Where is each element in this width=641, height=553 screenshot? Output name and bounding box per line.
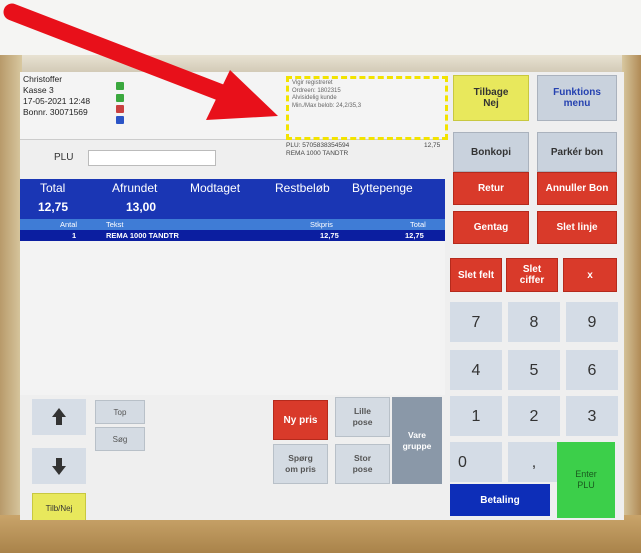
col-qty: Antal [60, 220, 78, 229]
col-unit-price: Stkpris [310, 220, 333, 229]
new-price-button[interactable]: Ny pris [273, 400, 328, 440]
top-button[interactable]: Top [95, 400, 145, 424]
key-6[interactable]: 6 [566, 350, 618, 390]
product-group-button[interactable]: Vare gruppe [392, 397, 442, 484]
table-row[interactable]: 1 REMA 1000 TANDTR 12,75 12,75 [20, 230, 445, 241]
receipt-copy-button[interactable]: Bonkopi [453, 132, 529, 172]
key-3[interactable]: 3 [566, 396, 618, 436]
item-list-area [20, 241, 445, 395]
key-2[interactable]: 2 [508, 396, 560, 436]
ask-price-button[interactable]: Spørg om pris [273, 444, 328, 484]
key-comma[interactable]: , [508, 442, 560, 482]
return-button[interactable]: Retur [453, 172, 529, 205]
back-no-bottom-button[interactable]: Tilb/Nej [32, 493, 86, 520]
large-bag-button[interactable]: Stor pose [335, 444, 390, 484]
last-scanned-price: 12,75 [424, 142, 441, 149]
totals-bar: Total Afrundet Modtaget Restbeløb Byttep… [20, 179, 445, 219]
row-text: REMA 1000 TANDTR [106, 231, 179, 240]
col-total: Total [410, 220, 426, 229]
received-header: Modtaget [190, 181, 241, 195]
arrow-down-icon [52, 458, 66, 475]
delete-digit-button[interactable]: Slet ciffer [506, 258, 558, 292]
rounded-header: Afrundet [112, 181, 158, 195]
rounded-value: 13,00 [126, 200, 157, 214]
last-scanned-plu: PLU: 5705838354594 [286, 142, 350, 149]
key-1[interactable]: 1 [450, 396, 502, 436]
payment-button[interactable]: Betaling [450, 484, 550, 516]
repeat-button[interactable]: Gentag [453, 211, 529, 244]
scroll-up-button[interactable] [32, 399, 86, 435]
last-scanned-item: PLU: 5705838354594 REMA 1000 TANDTR [286, 142, 349, 158]
key-8[interactable]: 8 [508, 302, 560, 342]
annotation-arrow-icon [3, 3, 278, 120]
enter-plu-button[interactable]: Enter PLU [557, 442, 615, 518]
delete-line-button[interactable]: Slet linje [537, 211, 617, 244]
key-0[interactable]: 0 [450, 442, 502, 482]
scroll-down-button[interactable] [32, 448, 86, 484]
cancel-receipt-button[interactable]: Annuller Bon [537, 172, 617, 205]
functions-menu-button[interactable]: Funktions menu [537, 75, 617, 121]
park-receipt-button[interactable]: Parkér bon [537, 132, 617, 172]
plu-input[interactable] [88, 150, 216, 166]
pos-screen: Christoffer Kasse 3 17-05-2021 12:48 Bon… [20, 72, 624, 520]
total-value: 12,75 [38, 200, 69, 214]
key-9[interactable]: 9 [566, 302, 618, 342]
delete-field-button[interactable]: Slet felt [450, 258, 502, 292]
message-text: Vigir registreret Ordreen: 1802315 Alvis… [292, 80, 362, 109]
search-button[interactable]: Søg [95, 427, 145, 451]
device-frame-bottom [0, 515, 641, 553]
key-5[interactable]: 5 [508, 350, 560, 390]
row-unit-price: 12,75 [320, 231, 339, 240]
plu-label: PLU [54, 152, 74, 163]
col-text: Tekst [106, 220, 124, 229]
row-total: 12,75 [405, 231, 424, 240]
last-scanned-name: REMA 1000 TANDTR [286, 150, 349, 157]
device-frame-right [622, 55, 641, 525]
remaining-header: Restbeløb [275, 181, 330, 195]
key-7[interactable]: 7 [450, 302, 502, 342]
arrow-up-icon [52, 408, 66, 425]
key-4[interactable]: 4 [450, 350, 502, 390]
change-header: Byttepenge [352, 181, 413, 195]
clear-button[interactable]: x [563, 258, 617, 292]
row-qty: 1 [72, 231, 77, 240]
table-header: Antal Tekst Stkpris Total [20, 219, 445, 230]
small-bag-button[interactable]: Lille pose [335, 397, 390, 437]
back-no-button[interactable]: Tilbage Nej [453, 75, 529, 121]
total-header: Total [40, 181, 66, 195]
